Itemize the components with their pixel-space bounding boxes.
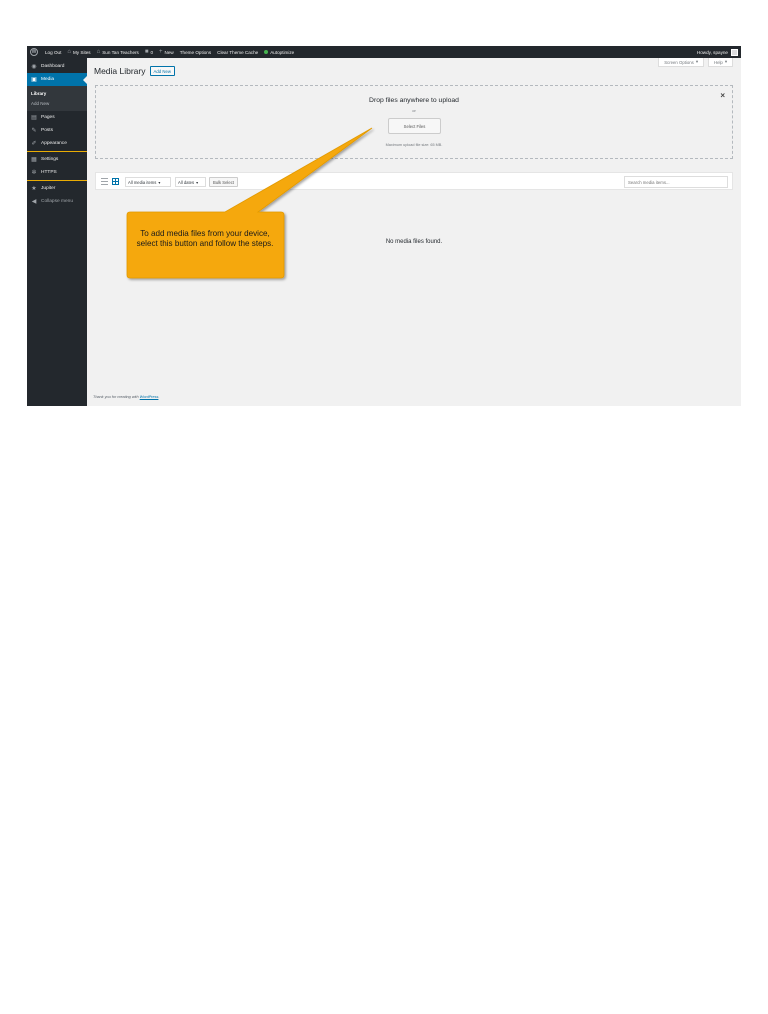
my-sites-icon: ⌂ [67, 49, 71, 55]
site-name-menu[interactable]: ⌂ Sun Tan Teachers [94, 46, 142, 58]
menu-separator [27, 180, 87, 181]
new-content-menu[interactable]: + New [156, 46, 177, 58]
sidebar-item-label: Pages [41, 115, 55, 120]
comments-count: 0 [150, 49, 154, 55]
appearance-icon: ✐ [31, 140, 37, 147]
sidebar-item-label: HTTPS [41, 170, 57, 175]
menu-separator [27, 151, 87, 152]
autoptimize-menu[interactable]: Autoptimize [261, 46, 297, 58]
date-filter[interactable]: All dates ▾ [175, 177, 206, 187]
sidebar-item-jupiter[interactable]: ★ Jupiter [27, 182, 87, 195]
admin-sidebar: ◉ Dashboard ▣ Media Library Add New ▤ Pa… [27, 58, 87, 406]
plus-icon: + [159, 49, 163, 55]
dashboard-icon: ◉ [31, 63, 37, 70]
status-dot-icon [264, 50, 269, 54]
chevron-down-icon: ▾ [695, 59, 698, 64]
sidebar-item-label: Dashboard [41, 64, 65, 69]
media-toolbar: All media items ▾ All dates ▾ Bulk Selec… [95, 172, 733, 190]
my-sites-label: My Sites [72, 49, 91, 55]
chevron-down-icon: ▾ [158, 179, 161, 185]
wordpress-link[interactable]: WordPress [140, 395, 159, 399]
bulk-select-button[interactable]: Bulk Select [209, 177, 238, 187]
comments-menu[interactable]: ■ 0 [142, 46, 156, 58]
site-name-label: Sun Tan Teachers [102, 49, 139, 55]
my-sites-menu[interactable]: ⌂ My Sites [64, 46, 93, 58]
date-filter-value: All dates [178, 179, 195, 185]
footer-period: . [158, 395, 160, 399]
sidebar-item-label: Media [41, 77, 55, 82]
sidebar-item-label: Appearance [41, 141, 67, 146]
collapse-icon: ◀ [31, 198, 37, 205]
add-new-button[interactable]: Add New [149, 66, 175, 76]
sidebar-item-label: Posts [41, 128, 53, 133]
jupiter-icon: ★ [31, 185, 37, 192]
drop-files-heading: Drop files anywhere to upload [369, 97, 459, 104]
posts-icon: ✎ [31, 127, 37, 134]
media-type-value: All media items [128, 179, 157, 185]
help-button[interactable]: Help ▾ [707, 58, 733, 67]
autoptimize-label: Autoptimize [270, 49, 295, 55]
comment-icon: ■ [144, 49, 149, 55]
grid-view-icon[interactable] [112, 178, 119, 185]
new-label: New [164, 49, 174, 55]
wordpress-logo-icon[interactable] [30, 48, 38, 56]
sidebar-item-posts[interactable]: ✎ Posts [27, 124, 87, 137]
sidebar-item-label: Collapse menu [41, 199, 73, 204]
page-header: Media Library Add New [94, 66, 175, 76]
sidebar-item-label: Settings [41, 157, 59, 162]
upload-dropzone[interactable]: Drop files anywhere to upload or Select … [95, 85, 733, 159]
screen-meta-links: Screen Options ▾ Help ▾ [658, 58, 733, 67]
admin-bar: Log Out ⌂ My Sites ⌂ Sun Tan Teachers ■ … [27, 46, 741, 58]
theme-options-link[interactable]: Theme Options [177, 46, 214, 58]
close-icon[interactable]: × [720, 91, 725, 100]
sidebar-item-pages[interactable]: ▤ Pages [27, 111, 87, 124]
chevron-down-icon: ▾ [196, 179, 199, 185]
submenu-item-add-new[interactable]: Add New [27, 98, 87, 108]
footer-credit: Thank you for creating with WordPress. [93, 395, 160, 399]
pages-icon: ▤ [31, 114, 37, 121]
media-icon: ▣ [31, 76, 37, 83]
avatar [731, 48, 738, 56]
home-icon: ⌂ [96, 49, 101, 55]
sidebar-item-label: Jupiter [41, 186, 56, 191]
account-menu[interactable]: Howdy, spayne [694, 46, 741, 58]
https-icon: ✲ [31, 169, 37, 176]
media-type-filter[interactable]: All media items ▾ [125, 177, 171, 187]
howdy-label: Howdy, spayne [696, 49, 728, 55]
select-files-button[interactable]: Select Files [388, 118, 441, 134]
screen-options-label: Screen Options [664, 59, 694, 65]
chevron-down-icon: ▾ [724, 59, 727, 64]
list-view-icon[interactable] [101, 178, 108, 185]
sidebar-item-appearance[interactable]: ✐ Appearance [27, 137, 87, 150]
sidebar-item-https[interactable]: ✲ HTTPS [27, 166, 87, 179]
clear-theme-cache-link[interactable]: Clear Theme Cache [214, 46, 261, 58]
callout-text: To add media files from your device, sel… [136, 229, 274, 248]
or-label: or [412, 108, 416, 113]
submenu-item-library[interactable]: Library [27, 88, 87, 98]
page-title: Media Library [94, 66, 146, 76]
collapse-menu-button[interactable]: ◀ Collapse menu [27, 195, 87, 208]
settings-icon: ▦ [31, 156, 37, 163]
wordpress-admin-window: Log Out ⌂ My Sites ⌂ Sun Tan Teachers ■ … [27, 46, 741, 406]
max-upload-size-note: Maximum upload file size: 65 MB. [385, 143, 443, 147]
media-submenu: Library Add New [27, 86, 87, 111]
help-label: Help [713, 59, 723, 65]
sidebar-item-dashboard[interactable]: ◉ Dashboard [27, 60, 87, 73]
sidebar-item-media[interactable]: ▣ Media [27, 73, 87, 86]
search-media-input[interactable] [624, 176, 728, 188]
log-out-link[interactable]: Log Out [42, 46, 64, 58]
footer-text: Thank you for creating with [93, 395, 139, 399]
screen-options-button[interactable]: Screen Options ▾ [658, 58, 704, 67]
sidebar-item-settings[interactable]: ▦ Settings [27, 153, 87, 166]
